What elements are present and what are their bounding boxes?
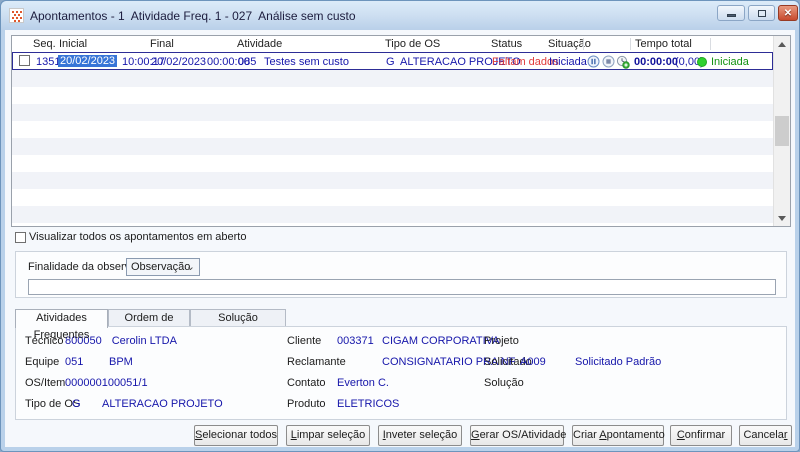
os-item-code: 000000100051/1	[65, 377, 148, 389]
grid-header-row: Seq. Inicial Final Atividade Tipo de OS …	[12, 36, 773, 52]
col-header-situacao[interactable]: Situação	[548, 38, 591, 50]
app-icon	[9, 8, 24, 23]
tecnico-desc: Cerolin LTDA	[111, 335, 177, 347]
solicitado-code: A009	[520, 356, 546, 368]
contato-code: Everton C.	[337, 377, 389, 389]
solucao-value	[520, 377, 575, 389]
cell-atividade-desc: Testes sem custo	[264, 56, 349, 68]
contato-value: Everton C.	[337, 377, 397, 389]
apontamentos-grid: Seq. Inicial Final Atividade Tipo de OS …	[11, 35, 791, 227]
visualizar-todos-checkbox[interactable]	[15, 231, 26, 243]
tab-ordem-de-servico[interactable]: Ordem de Serviço	[108, 309, 190, 341]
header-separator	[630, 38, 631, 50]
col-header-final[interactable]: Final	[150, 38, 174, 50]
cell-atividade-cod: 085	[238, 56, 257, 68]
minimize-icon	[726, 14, 736, 17]
equipe-label: Equipe	[25, 356, 60, 368]
scroll-down-icon[interactable]	[774, 210, 790, 226]
cell-final-data: 20/02/2023	[151, 56, 207, 68]
field-row: OS/Item 000000100051/1 Contato Everton C…	[16, 377, 786, 391]
cell-estado: Iniciada	[711, 56, 749, 68]
os-item-value: 000000100051/1	[65, 377, 158, 389]
scrollbar-thumb[interactable]	[775, 116, 789, 146]
solucao-label: Solução	[484, 377, 524, 389]
visualizar-todos-row: Visualizar todos os apontamentos em aber…	[15, 230, 246, 244]
status-dot-icon	[697, 57, 707, 67]
pause-icon[interactable]	[587, 55, 600, 68]
col-header-status[interactable]: Status	[491, 38, 522, 50]
observacao-input[interactable]	[28, 279, 776, 295]
header-separator	[583, 38, 584, 50]
title-bar[interactable]: Apontamentos - 1 Atividade Freq. 1 - 027…	[1, 1, 799, 30]
visualizar-todos-label: Visualizar todos os apontamentos em aber…	[29, 231, 247, 243]
cliente-value: 003371 CIGAM CORPORATIVA	[337, 335, 500, 347]
maximize-icon	[757, 9, 766, 17]
add-time-clock-icon[interactable]	[616, 55, 630, 69]
gerar-os-atividade-button[interactable]: Gerar OS/Atividade	[470, 425, 566, 446]
inverter-selecao-button[interactable]: Inveter seleção	[378, 425, 462, 446]
col-header-inicial[interactable]: Inicial	[59, 38, 87, 50]
observacao-group: Finalidade da observação Observação ⌄	[15, 251, 787, 298]
cliente-desc: CIGAM CORPORATIVA	[382, 335, 500, 347]
produto-label: Produto	[287, 398, 326, 410]
equipe-desc: BPM	[109, 356, 133, 368]
app-window: Apontamentos - 1 Atividade Freq. 1 - 027…	[0, 0, 800, 452]
client-area: Seq. Inicial Final Atividade Tipo de OS …	[5, 30, 795, 447]
close-button[interactable]: ✕	[778, 5, 798, 21]
tab-atividades-frequentes[interactable]: Atividades Frequentes	[15, 309, 108, 341]
col-header-tipo-os[interactable]: Tipo de OS	[385, 38, 440, 50]
confirmar-button[interactable]: Confirmar	[670, 425, 732, 446]
cliente-code: 003371	[337, 335, 374, 347]
equipe-code: 051	[65, 356, 84, 368]
field-row: Equipe 051 BPM Reclamante CONSIGNATARIO P…	[16, 356, 786, 370]
row-checkbox[interactable]	[19, 55, 30, 66]
produto-value: ELETRICOS	[337, 398, 407, 410]
grid-vertical-scrollbar[interactable]	[773, 36, 790, 226]
atividades-frequentes-panel: Técnico 800050Cerolin LTDA Cliente 00337…	[15, 326, 787, 420]
maximize-button[interactable]	[748, 5, 775, 21]
tipo-os-desc: ALTERACAO PROJETO	[102, 398, 223, 410]
header-separator	[710, 38, 711, 50]
equipe-value: 051 BPM	[65, 356, 133, 368]
cancelar-button[interactable]: Cancelar	[739, 425, 792, 446]
window-title: Apontamentos - 1 Atividade Freq. 1 - 027…	[30, 9, 356, 23]
tab-solucao[interactable]: Solução	[190, 309, 286, 327]
col-header-seq[interactable]: Seq.	[33, 38, 56, 50]
os-item-label: OS/Item	[25, 377, 66, 389]
selecionar-todos-button[interactable]: Selecionar todos	[194, 425, 278, 446]
field-row: Técnico 800050Cerolin LTDA Cliente 00337…	[16, 335, 786, 349]
limpar-selecao-button[interactable]: Limpar seleção	[286, 425, 370, 446]
chevron-down-icon: ⌄	[185, 261, 195, 273]
empty-rows	[12, 70, 773, 226]
stop-icon[interactable]	[602, 55, 615, 68]
projeto-value	[520, 335, 575, 347]
field-row: Tipo de OS G ALTERACAO PROJETO Produto EL…	[16, 398, 786, 412]
tipo-os-value: G ALTERACAO PROJETO	[72, 398, 223, 410]
close-icon: ✕	[783, 7, 793, 19]
cell-situacao: Iniciada	[549, 56, 587, 68]
projeto-label: Projeto	[484, 335, 519, 347]
scroll-up-icon[interactable]	[774, 36, 790, 52]
col-header-tempo-total[interactable]: Tempo total	[635, 38, 692, 50]
action-button-row: Selecionar todos Limpar seleção Inveter …	[5, 425, 795, 446]
contato-label: Contato	[287, 377, 326, 389]
table-row[interactable]: 13517 20/02/2023 10:00:17 20/02/2023 00:…	[12, 52, 773, 70]
cell-inicial-data-selected[interactable]: 20/02/2023	[58, 55, 118, 67]
cliente-label: Cliente	[287, 335, 322, 347]
solicitado-desc: Solicitado Padrão	[575, 356, 662, 368]
finalidade-selected-value: Observação	[131, 261, 191, 273]
produto-code: ELETRICOS	[337, 398, 400, 410]
solicitado-value: A009 Solicitado Padrão	[520, 356, 661, 368]
minimize-button[interactable]	[717, 5, 745, 21]
cell-tempo-total: 00:00:00	[634, 56, 679, 68]
criar-apontamento-button[interactable]: Criar Apontamento	[572, 425, 665, 446]
tipo-os-code: G	[72, 398, 81, 410]
finalidade-dropdown[interactable]: Observação ⌄	[126, 258, 200, 276]
col-header-atividade[interactable]: Atividade	[237, 38, 282, 50]
